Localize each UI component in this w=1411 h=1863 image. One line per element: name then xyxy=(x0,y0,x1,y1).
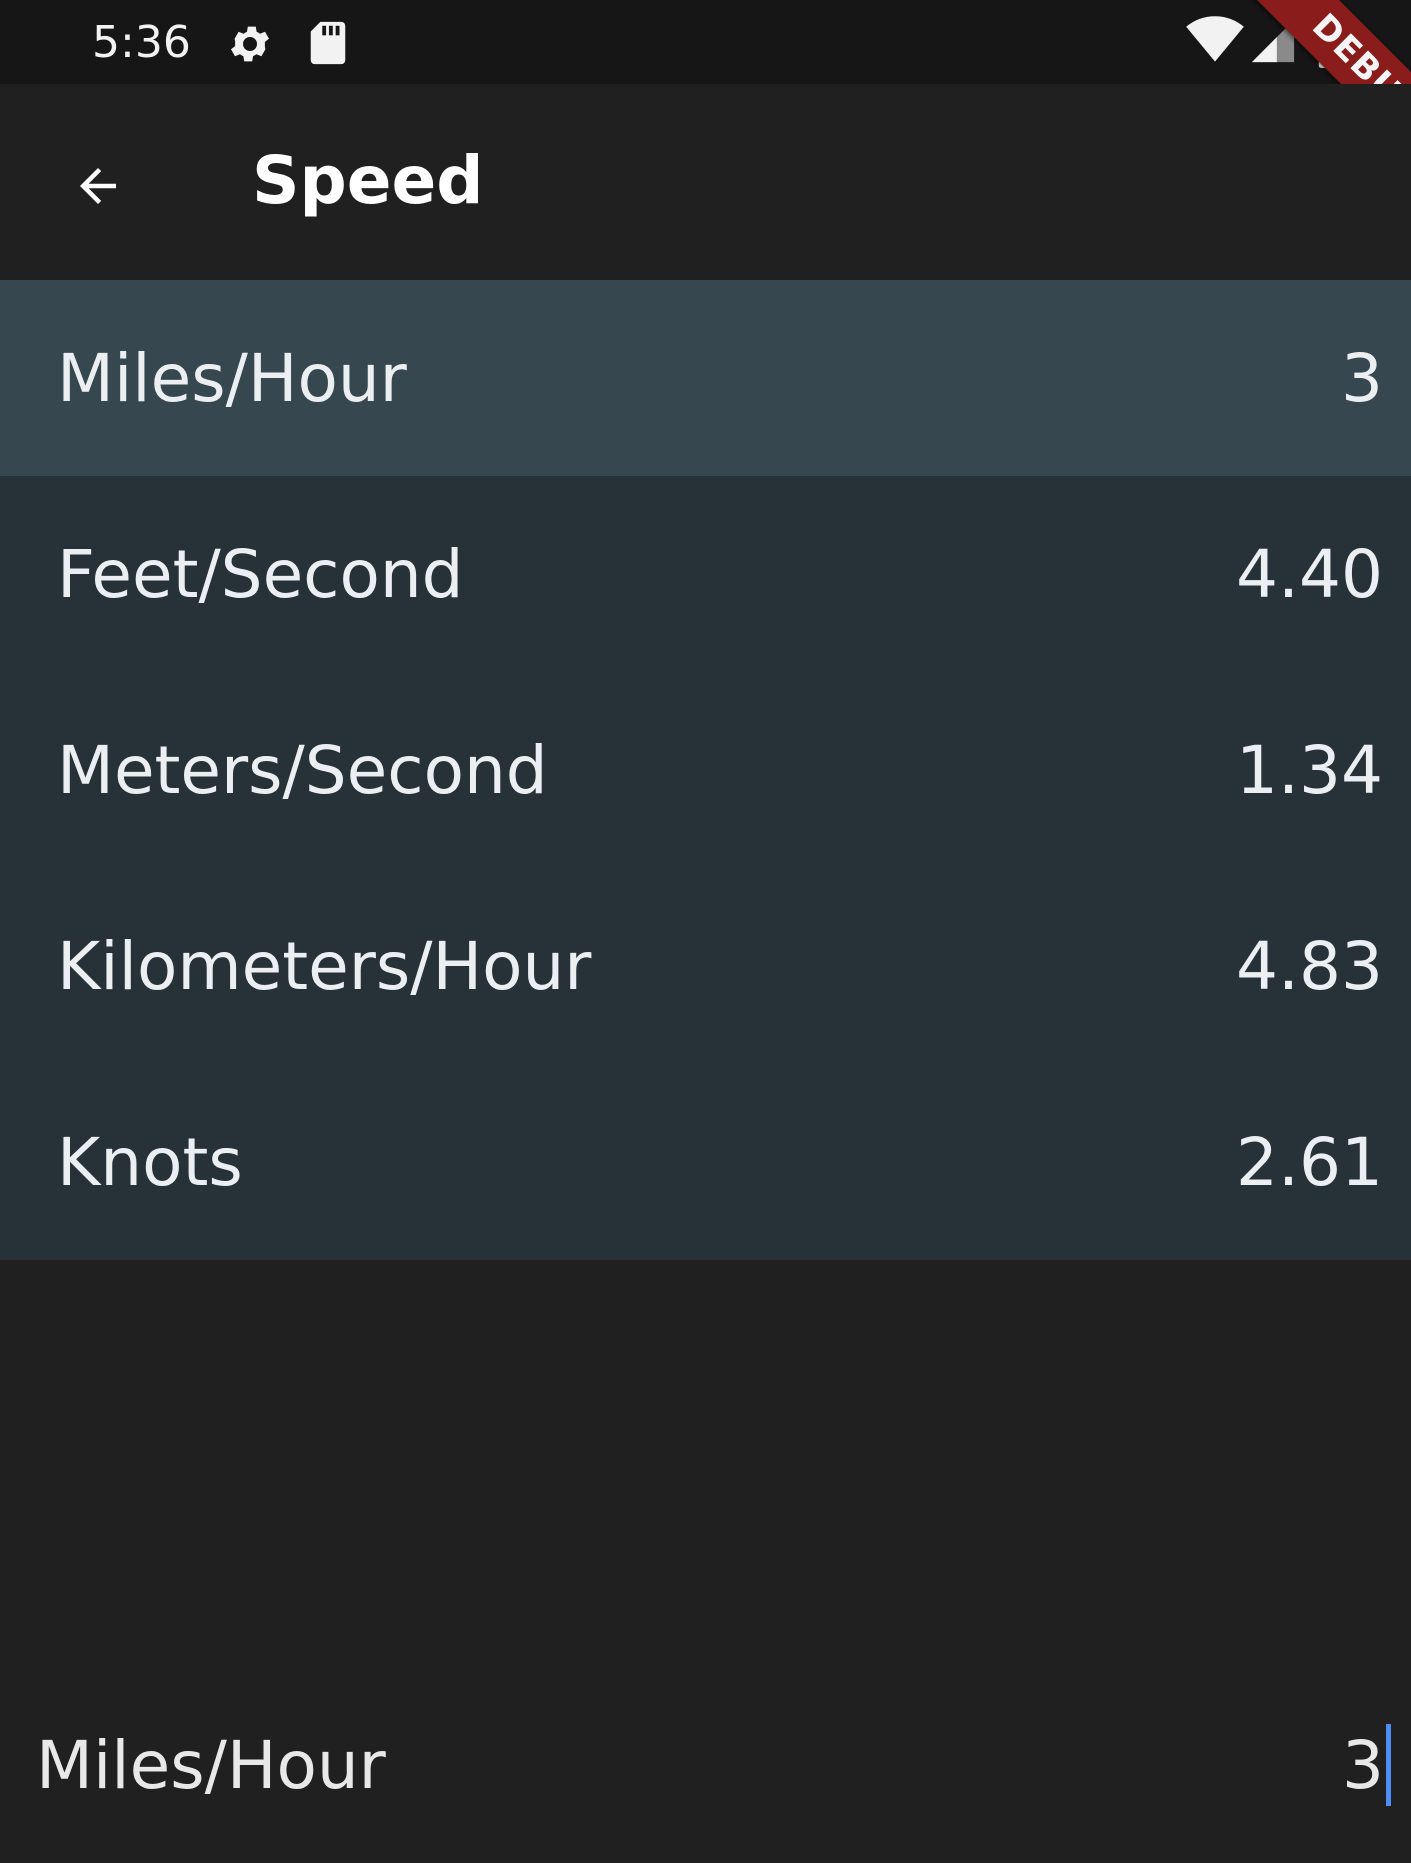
unit-value: 3 xyxy=(1341,339,1383,417)
input-row: Miles/Hour xyxy=(0,1700,1411,1830)
unit-row-meters-second[interactable]: Meters/Second 1.34 xyxy=(0,672,1411,868)
amount-field[interactable] xyxy=(1164,1724,1391,1806)
unit-value: 1.34 xyxy=(1236,731,1383,809)
gear-icon xyxy=(231,26,269,62)
status-time: 5:36 xyxy=(92,17,191,68)
unit-row-knots[interactable]: Knots 2.61 xyxy=(0,1064,1411,1260)
unit-row-kilometers-hour[interactable]: Kilometers/Hour 4.83 xyxy=(0,868,1411,1064)
unit-value: 4.83 xyxy=(1236,927,1383,1005)
wifi-icon xyxy=(1186,16,1244,62)
unit-name: Feet/Second xyxy=(57,535,464,613)
page-title: Speed xyxy=(252,142,484,219)
conversion-list: Miles/Hour 3 Feet/Second 4.40 Meters/Sec… xyxy=(0,280,1411,1260)
unit-value: 4.40 xyxy=(1236,535,1383,613)
app-bar: Speed xyxy=(0,84,1411,280)
back-button[interactable] xyxy=(54,150,142,222)
unit-name: Knots xyxy=(57,1123,243,1201)
input-unit-label[interactable]: Miles/Hour xyxy=(36,1727,386,1804)
unit-row-feet-second[interactable]: Feet/Second 4.40 xyxy=(0,476,1411,672)
unit-name: Kilometers/Hour xyxy=(57,927,592,1005)
unit-name: Meters/Second xyxy=(57,731,548,809)
unit-value: 2.61 xyxy=(1236,1123,1383,1201)
unit-row-miles-hour[interactable]: Miles/Hour 3 xyxy=(0,280,1411,476)
amount-input[interactable] xyxy=(1164,1726,1384,1804)
arrow-back-icon xyxy=(80,168,116,204)
status-bar: 5:36 DEBUG xyxy=(0,0,1411,182)
unit-name: Miles/Hour xyxy=(57,339,407,417)
sd-card-icon xyxy=(310,21,346,65)
app-screen: 5:36 DEBUG Speed Miles/Hour 3 Feet/Secon… xyxy=(0,0,1411,1863)
text-caret xyxy=(1386,1724,1391,1806)
